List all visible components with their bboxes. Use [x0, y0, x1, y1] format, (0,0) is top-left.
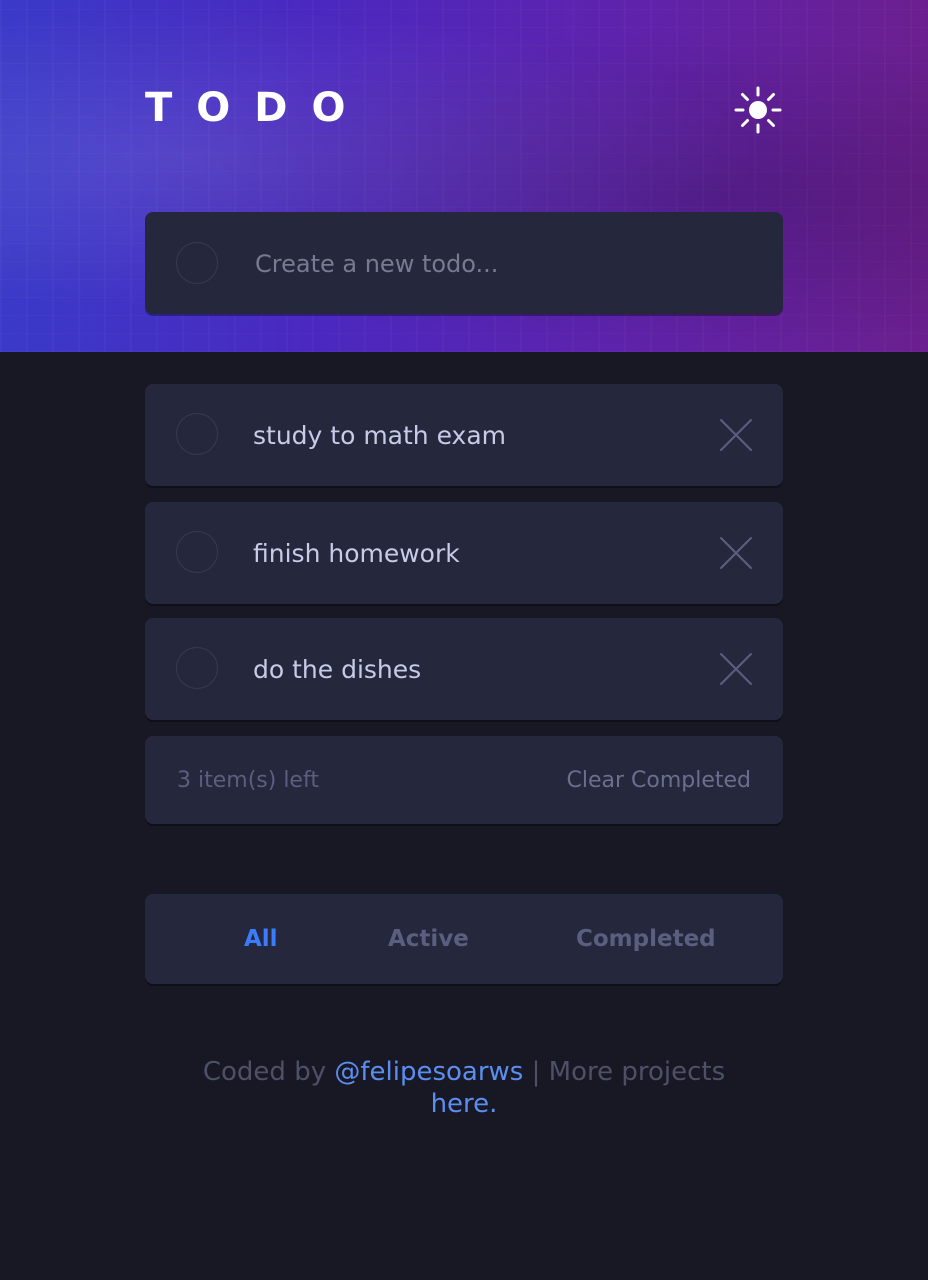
- new-todo-checkbox[interactable]: [176, 242, 218, 284]
- filter-all[interactable]: All: [244, 894, 278, 984]
- new-todo-input[interactable]: [253, 240, 737, 288]
- todo-footer: 3 item(s) left Clear Completed: [145, 736, 783, 824]
- todo-text: study to math exam: [253, 420, 507, 450]
- more-projects-link[interactable]: here.: [431, 1089, 498, 1119]
- clear-completed-button[interactable]: Clear Completed: [566, 736, 751, 824]
- todo-checkbox[interactable]: [176, 647, 218, 689]
- author-link[interactable]: @felipesoarws: [334, 1057, 523, 1087]
- todo-item: finish homework: [145, 502, 783, 604]
- close-icon: [720, 419, 752, 451]
- theme-toggle-button[interactable]: [734, 86, 782, 134]
- delete-todo-button[interactable]: [719, 652, 753, 686]
- attribution: Coded by @felipesoarws | More projects h…: [145, 1056, 783, 1120]
- close-icon: [720, 653, 752, 685]
- sun-icon: [734, 86, 782, 134]
- todo-text: do the dishes: [253, 654, 422, 684]
- attribution-prefix: Coded by: [202, 1057, 335, 1087]
- filter-bar: All Active Completed: [145, 894, 783, 984]
- filter-active[interactable]: Active: [388, 894, 469, 984]
- page: TODO study to math exam: [0, 0, 928, 1280]
- todo-text: finish homework: [253, 538, 460, 568]
- todo-checkbox[interactable]: [176, 413, 218, 455]
- filter-completed[interactable]: Completed: [576, 894, 716, 984]
- attribution-middle: | More projects: [523, 1057, 726, 1087]
- new-todo-card: [145, 212, 783, 314]
- todo-item: do the dishes: [145, 618, 783, 720]
- delete-todo-button[interactable]: [719, 418, 753, 452]
- app-title: TODO: [145, 85, 370, 131]
- todo-checkbox[interactable]: [176, 531, 218, 573]
- items-left-count: 3 item(s) left: [177, 767, 319, 793]
- delete-todo-button[interactable]: [719, 536, 753, 570]
- todo-item: study to math exam: [145, 384, 783, 486]
- close-icon: [720, 537, 752, 569]
